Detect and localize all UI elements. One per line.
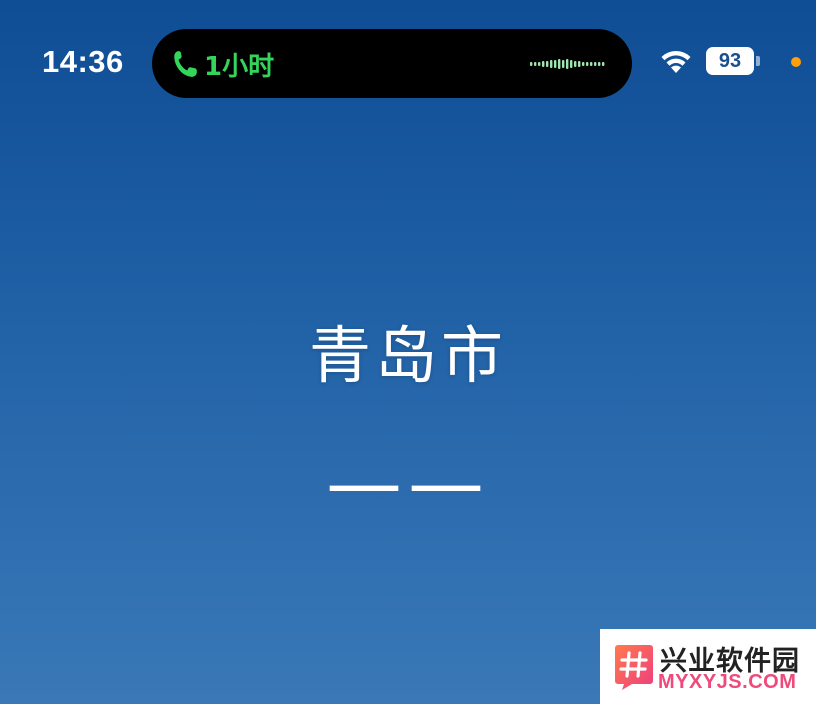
dynamic-island-call[interactable]: 1小时 (152, 29, 632, 98)
city-name: 青岛市 (308, 319, 507, 392)
battery-terminal (756, 56, 760, 66)
status-bar: 14:36 1小时 93 (0, 0, 816, 110)
microphone-indicator-icon (791, 57, 801, 67)
phone-icon (174, 51, 197, 77)
watermark-url: MYXYJS.COM (658, 671, 797, 693)
temperature-placeholder: —— (326, 438, 490, 527)
battery-level: 93 (718, 50, 742, 72)
waveform-icon (530, 59, 605, 69)
wifi-icon (661, 50, 691, 73)
call-duration-label: 1小时 (204, 52, 275, 82)
battery-icon: 93 (706, 47, 754, 75)
watermark: 兴业软件园 MYXYJS.COM (600, 629, 816, 704)
watermark-logo-icon (615, 645, 653, 690)
status-time: 14:36 (42, 44, 124, 79)
